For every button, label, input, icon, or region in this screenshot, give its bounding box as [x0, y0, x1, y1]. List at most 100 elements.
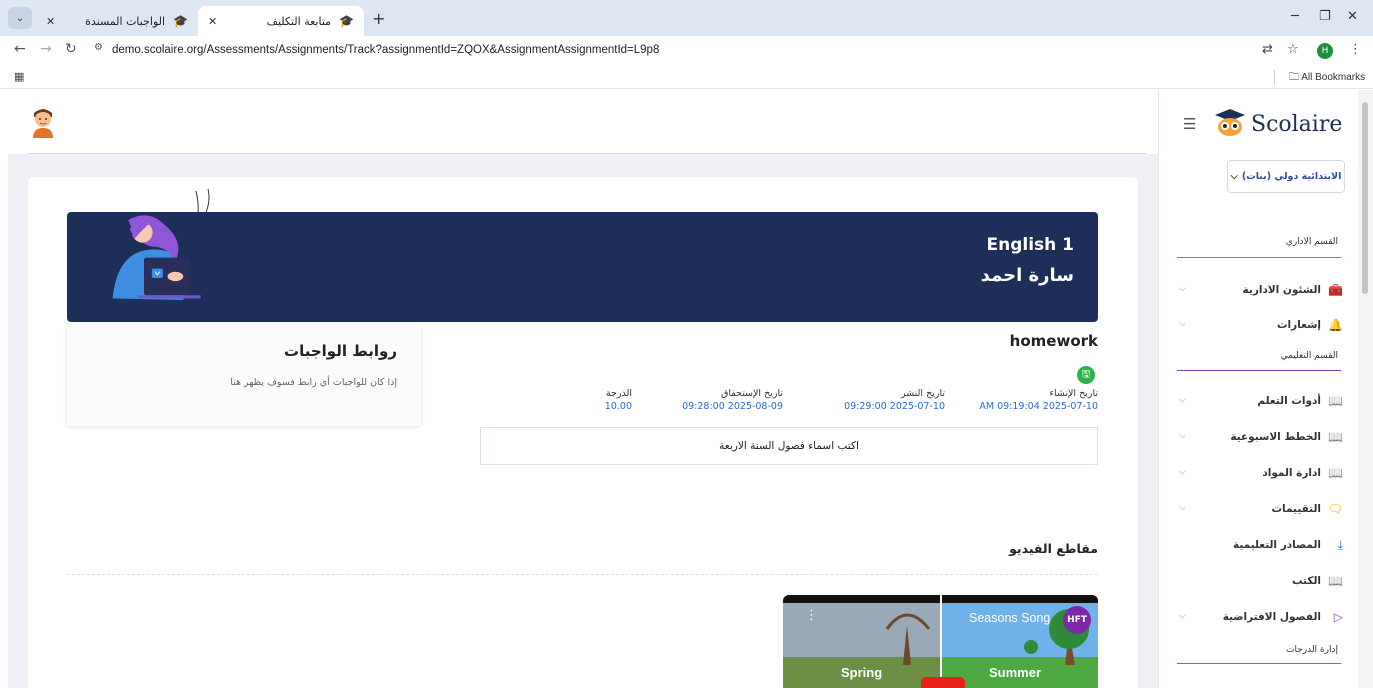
scolaire-logo-text: Scolaire	[1251, 112, 1343, 137]
sidebar: ☰ Scolaire الابتدائية دولي (بنات) ⌵ القس…	[1158, 90, 1358, 688]
sidebar-item-notifications[interactable]: 🔔 إشعارات ⌵	[1159, 315, 1359, 337]
play-icon: ▷	[1333, 610, 1343, 624]
sidebar-item-label: الشئون الادارية	[1242, 284, 1321, 296]
links-empty-text: إذا كان للواجبات أي رابط فسوف يظهر هنا	[230, 377, 397, 388]
created-label: تاريخ الإنشاء	[1049, 388, 1098, 399]
videos-section-title: مقاطع الفيديو	[1009, 541, 1098, 556]
scrollbar-thumb[interactable]	[1362, 102, 1368, 294]
chevron-down-icon: ⌵	[1179, 467, 1186, 477]
published-label: تاريخ النشر	[900, 388, 945, 399]
menu-kebab-icon[interactable]: ⋮	[1349, 42, 1362, 57]
minimize-icon[interactable]: ─	[1291, 9, 1299, 24]
scolaire-favicon-icon: 🎓	[173, 14, 188, 28]
message-icon: 🗨	[1327, 502, 1343, 516]
restore-icon[interactable]: ❐	[1319, 9, 1331, 24]
chevron-down-icon: ⌵	[1179, 431, 1186, 441]
section-grades-divider	[1177, 663, 1341, 664]
url-host: demo.scolaire.org	[112, 44, 204, 56]
sidebar-item-learning-tools[interactable]: 📖 أدوات التعلم ⌵	[1159, 391, 1359, 413]
section-education-divider	[1177, 370, 1341, 371]
new-tab-button[interactable]: +	[372, 9, 385, 28]
user-avatar[interactable]	[30, 104, 56, 138]
student-laptop-illustration	[112, 215, 201, 300]
bell-icon: 🔔	[1328, 318, 1343, 332]
back-icon[interactable]: ←	[14, 41, 26, 57]
sidebar-item-label: أدوات التعلم	[1257, 395, 1321, 407]
sidebar-item-label: الفصول الافتراضية	[1222, 611, 1321, 623]
forward-icon[interactable]: →	[40, 41, 52, 57]
sidebar-item-subjects[interactable]: 📖 ادارة المواد ⌵	[1159, 463, 1359, 485]
chevron-down-icon: ⌵	[1179, 284, 1186, 294]
chevron-down-icon: ⌵	[1179, 611, 1186, 621]
sidebar-item-label: الكتب	[1291, 575, 1321, 587]
address-bar[interactable]: demo.scolaire.org/Assessments/Assignment…	[112, 44, 659, 56]
chevron-down-icon: ⌵	[1179, 319, 1186, 329]
tab-track-assignment[interactable]: 🎓 متابعة التكليف ✕	[198, 6, 364, 36]
bookmark-star-icon[interactable]: ☆	[1287, 42, 1299, 57]
browser-tab-bar: ⌄ 🎓 الواجبات المسندة ✕ 🎓 متابعة التكليف …	[0, 0, 1373, 36]
assignment-description: اكتب اسماء فصول السنة الاربعة	[480, 427, 1098, 465]
created-date: تاريخ الإنشاء AM 09:19:04 2025-07-10	[979, 388, 1098, 412]
tab-title: الواجبات المسندة	[85, 14, 166, 28]
apps-grid-icon[interactable]: ▦	[14, 70, 24, 83]
translate-icon[interactable]: ⇄	[1262, 42, 1273, 57]
section-grades-title: إدارة الدرجات	[1285, 645, 1338, 655]
briefcase-icon: 🧰	[1328, 283, 1343, 297]
grade-label: الدرجة	[605, 388, 632, 399]
book-icon: 📖	[1328, 466, 1343, 480]
sidebar-item-assessments[interactable]: 🗨 التقييمات ⌵	[1159, 499, 1359, 521]
school-selector[interactable]: الابتدائية دولي (بنات) ⌵	[1227, 160, 1345, 193]
close-window-icon[interactable]: ✕	[1347, 9, 1358, 24]
sidebar-item-resources[interactable]: ⤓ المصادر التعليمية	[1159, 535, 1359, 557]
profile-avatar[interactable]: H	[1317, 43, 1333, 59]
close-tab-icon[interactable]: ✕	[46, 15, 55, 28]
due-value: 09:28:00 2025-08-09	[682, 401, 783, 412]
scolaire-owl-logo-icon	[1215, 109, 1245, 136]
sidebar-item-admin-affairs[interactable]: 🧰 الشئون الادارية ⌵	[1159, 280, 1359, 302]
sidebar-item-books[interactable]: 📖 الكتب	[1159, 571, 1359, 593]
sidebar-item-label: التقييمات	[1271, 503, 1322, 515]
tab-assigned-homework[interactable]: 🎓 الواجبات المسندة ✕	[36, 6, 198, 36]
video-options-icon[interactable]: ⋮	[805, 608, 818, 623]
sidebar-item-label: إشعارات	[1277, 319, 1321, 331]
grade: الدرجة 10.00	[605, 388, 632, 412]
channel-logo: HFT	[1063, 606, 1091, 634]
save-icon[interactable]: 🖫	[1077, 366, 1095, 384]
homework-links-card: روابط الواجبات إذا كان للواجبات أي رابط …	[67, 322, 421, 426]
videos-divider	[67, 574, 1098, 575]
published-value: 09:29:00 2025-07-10	[844, 401, 945, 412]
video-player[interactable]: ⋮ Seasons Song HFT Spring Summer	[783, 595, 1098, 688]
student-name: سارة احمد	[980, 265, 1074, 286]
bookmarks-bar: ▦ 🗀 All Bookmarks	[0, 64, 1373, 89]
sidebar-item-label: ادارة المواد	[1262, 467, 1321, 479]
chevron-down-icon: ⌵	[1230, 171, 1238, 182]
all-bookmarks-label: All Bookmarks	[1301, 72, 1366, 83]
book-icon: 📖	[1328, 574, 1343, 588]
reload-icon[interactable]: ↻	[65, 41, 77, 57]
due-label: تاريخ الإستحقاق	[720, 388, 783, 399]
book-icon: 📖	[1328, 430, 1343, 444]
section-admin-title: القسم الاداري	[1285, 237, 1338, 247]
browser-toolbar: ← → ↻ ⚙ demo.scolaire.org/Assessments/As…	[0, 36, 1373, 64]
tab-search-icon[interactable]: ⌄	[8, 7, 32, 29]
video-label-spring: Spring	[841, 665, 883, 680]
all-bookmarks-button[interactable]: 🗀 All Bookmarks	[1289, 70, 1365, 87]
chevron-down-icon: ⌵	[1179, 503, 1186, 513]
bookmarks-divider	[1274, 70, 1275, 84]
section-education-title: القسم التعليمي	[1280, 351, 1338, 361]
close-tab-icon[interactable]: ✕	[208, 15, 217, 28]
sidebar-item-virtual-classes[interactable]: ▷ الفصول الافتراضية ⌵	[1159, 607, 1359, 629]
video-label-summer: Summer	[989, 665, 1042, 680]
video-thumbnail	[783, 595, 1098, 688]
main-content: English 1 سارة احمد روابط الواجبات إذا ك…	[8, 90, 1158, 688]
download-icon: ⤓	[1337, 538, 1343, 552]
page-scrollbar[interactable]	[1358, 90, 1373, 688]
site-info-icon[interactable]: ⚙	[94, 42, 103, 53]
course-title: English 1	[986, 235, 1074, 255]
published-date: تاريخ النشر 09:29:00 2025-07-10	[844, 388, 945, 412]
sidebar-item-weekly-plans[interactable]: 📖 الخطط الاسبوعية ⌵	[1159, 427, 1359, 449]
sidebar-item-label: المصادر التعليمية	[1233, 539, 1321, 551]
sidebar-toggle-icon[interactable]: ☰	[1183, 115, 1196, 133]
assignment-title: homework	[1009, 332, 1098, 350]
due-date: تاريخ الإستحقاق 09:28:00 2025-08-09	[682, 388, 783, 412]
